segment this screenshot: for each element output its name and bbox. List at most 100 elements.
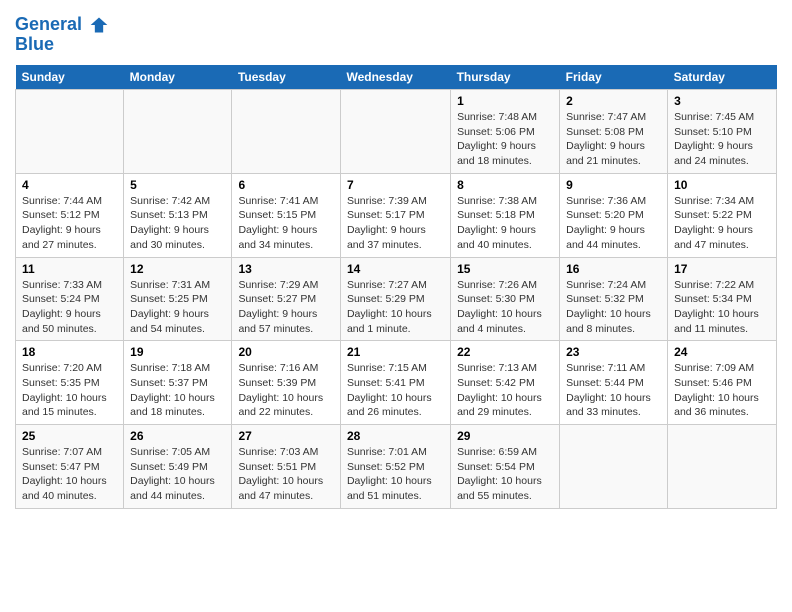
day-number: 20 xyxy=(238,345,334,359)
page-header: General Blue xyxy=(15,15,777,55)
day-info: Sunrise: 7:42 AM Sunset: 5:13 PM Dayligh… xyxy=(130,194,225,253)
calendar-week: 11 Sunrise: 7:33 AM Sunset: 5:24 PM Dayli… xyxy=(16,257,777,341)
day-number: 3 xyxy=(674,94,770,108)
calendar-cell: 25 Sunrise: 7:07 AM Sunset: 5:47 PM Dayli… xyxy=(16,425,124,509)
calendar-cell: 9Sunrise: 7:36 AM Sunset: 5:20 PM Daylig… xyxy=(560,173,668,257)
calendar-cell xyxy=(232,90,341,174)
day-info: Sunrise: 7:26 AM Sunset: 5:30 PM Dayligh… xyxy=(457,278,553,337)
calendar-cell: 12 Sunrise: 7:31 AM Sunset: 5:25 PM Dayli… xyxy=(124,257,232,341)
calendar-cell: 21Sunrise: 7:15 AM Sunset: 5:41 PM Dayli… xyxy=(340,341,450,425)
day-info: Sunrise: 7:01 AM Sunset: 5:52 PM Dayligh… xyxy=(347,445,444,504)
calendar-cell: 1 Sunrise: 7:48 AM Sunset: 5:06 PM Daylig… xyxy=(451,90,560,174)
calendar-cell: 11 Sunrise: 7:33 AM Sunset: 5:24 PM Dayli… xyxy=(16,257,124,341)
day-info: Sunrise: 7:31 AM Sunset: 5:25 PM Dayligh… xyxy=(130,278,225,337)
day-number: 18 xyxy=(22,345,117,359)
logo-blue: Blue xyxy=(15,35,109,55)
day-number: 7 xyxy=(347,178,444,192)
header-day: Tuesday xyxy=(232,65,341,90)
day-number: 11 xyxy=(22,262,117,276)
calendar-cell: 10 Sunrise: 7:34 AM Sunset: 5:22 PM Dayli… xyxy=(668,173,777,257)
day-number: 26 xyxy=(130,429,225,443)
day-info: Sunrise: 7:05 AM Sunset: 5:49 PM Dayligh… xyxy=(130,445,225,504)
calendar-cell: 26 Sunrise: 7:05 AM Sunset: 5:49 PM Dayli… xyxy=(124,425,232,509)
calendar-cell: 19 Sunrise: 7:18 AM Sunset: 5:37 PM Dayli… xyxy=(124,341,232,425)
day-info: Sunrise: 7:11 AM Sunset: 5:44 PM Dayligh… xyxy=(566,361,661,420)
day-number: 15 xyxy=(457,262,553,276)
day-info: Sunrise: 7:09 AM Sunset: 5:46 PM Dayligh… xyxy=(674,361,770,420)
calendar-table: SundayMondayTuesdayWednesdayThursdayFrid… xyxy=(15,65,777,509)
day-number: 22 xyxy=(457,345,553,359)
day-info: Sunrise: 7:38 AM Sunset: 5:18 PM Dayligh… xyxy=(457,194,553,253)
day-number: 1 xyxy=(457,94,553,108)
logo-text: General xyxy=(15,15,109,35)
day-number: 25 xyxy=(22,429,117,443)
calendar-week: 1 Sunrise: 7:48 AM Sunset: 5:06 PM Daylig… xyxy=(16,90,777,174)
calendar-cell: 18Sunrise: 7:20 AM Sunset: 5:35 PM Dayli… xyxy=(16,341,124,425)
day-info: Sunrise: 7:27 AM Sunset: 5:29 PM Dayligh… xyxy=(347,278,444,337)
logo-icon xyxy=(89,15,109,35)
calendar-cell xyxy=(668,425,777,509)
day-number: 24 xyxy=(674,345,770,359)
day-info: Sunrise: 7:29 AM Sunset: 5:27 PM Dayligh… xyxy=(238,278,334,337)
calendar-week: 25 Sunrise: 7:07 AM Sunset: 5:47 PM Dayli… xyxy=(16,425,777,509)
day-info: Sunrise: 7:16 AM Sunset: 5:39 PM Dayligh… xyxy=(238,361,334,420)
calendar-cell: 23 Sunrise: 7:11 AM Sunset: 5:44 PM Dayli… xyxy=(560,341,668,425)
day-info: Sunrise: 7:36 AM Sunset: 5:20 PM Dayligh… xyxy=(566,194,661,253)
day-number: 16 xyxy=(566,262,661,276)
calendar-cell: 13 Sunrise: 7:29 AM Sunset: 5:27 PM Dayli… xyxy=(232,257,341,341)
day-info: Sunrise: 7:18 AM Sunset: 5:37 PM Dayligh… xyxy=(130,361,225,420)
day-number: 6 xyxy=(238,178,334,192)
calendar-cell: 7 Sunrise: 7:39 AM Sunset: 5:17 PM Daylig… xyxy=(340,173,450,257)
day-info: Sunrise: 7:22 AM Sunset: 5:34 PM Dayligh… xyxy=(674,278,770,337)
calendar-cell: 20 Sunrise: 7:16 AM Sunset: 5:39 PM Dayli… xyxy=(232,341,341,425)
calendar-cell: 15 Sunrise: 7:26 AM Sunset: 5:30 PM Dayli… xyxy=(451,257,560,341)
calendar-week: 4Sunrise: 7:44 AM Sunset: 5:12 PM Daylig… xyxy=(16,173,777,257)
header-day: Sunday xyxy=(16,65,124,90)
calendar-cell: 17 Sunrise: 7:22 AM Sunset: 5:34 PM Dayli… xyxy=(668,257,777,341)
day-number: 14 xyxy=(347,262,444,276)
calendar-cell: 24 Sunrise: 7:09 AM Sunset: 5:46 PM Dayli… xyxy=(668,341,777,425)
day-info: Sunrise: 7:48 AM Sunset: 5:06 PM Dayligh… xyxy=(457,110,553,169)
day-number: 12 xyxy=(130,262,225,276)
header-day: Friday xyxy=(560,65,668,90)
day-info: Sunrise: 7:13 AM Sunset: 5:42 PM Dayligh… xyxy=(457,361,553,420)
day-info: Sunrise: 7:24 AM Sunset: 5:32 PM Dayligh… xyxy=(566,278,661,337)
calendar-cell: 4Sunrise: 7:44 AM Sunset: 5:12 PM Daylig… xyxy=(16,173,124,257)
calendar-cell: 29Sunrise: 6:59 AM Sunset: 5:54 PM Dayli… xyxy=(451,425,560,509)
day-number: 21 xyxy=(347,345,444,359)
day-info: Sunrise: 7:34 AM Sunset: 5:22 PM Dayligh… xyxy=(674,194,770,253)
day-info: Sunrise: 7:47 AM Sunset: 5:08 PM Dayligh… xyxy=(566,110,661,169)
calendar-cell: 22 Sunrise: 7:13 AM Sunset: 5:42 PM Dayli… xyxy=(451,341,560,425)
day-info: Sunrise: 7:07 AM Sunset: 5:47 PM Dayligh… xyxy=(22,445,117,504)
day-number: 19 xyxy=(130,345,225,359)
calendar-cell: 5 Sunrise: 7:42 AM Sunset: 5:13 PM Daylig… xyxy=(124,173,232,257)
header-day: Monday xyxy=(124,65,232,90)
day-number: 17 xyxy=(674,262,770,276)
day-number: 5 xyxy=(130,178,225,192)
day-number: 29 xyxy=(457,429,553,443)
day-number: 13 xyxy=(238,262,334,276)
day-number: 23 xyxy=(566,345,661,359)
calendar-cell xyxy=(124,90,232,174)
calendar-cell: 28 Sunrise: 7:01 AM Sunset: 5:52 PM Dayli… xyxy=(340,425,450,509)
day-number: 8 xyxy=(457,178,553,192)
calendar-cell: 8 Sunrise: 7:38 AM Sunset: 5:18 PM Daylig… xyxy=(451,173,560,257)
day-info: Sunrise: 7:39 AM Sunset: 5:17 PM Dayligh… xyxy=(347,194,444,253)
calendar-cell xyxy=(560,425,668,509)
day-info: Sunrise: 7:33 AM Sunset: 5:24 PM Dayligh… xyxy=(22,278,117,337)
day-number: 28 xyxy=(347,429,444,443)
calendar-cell xyxy=(16,90,124,174)
header-day: Saturday xyxy=(668,65,777,90)
header-day: Thursday xyxy=(451,65,560,90)
day-number: 10 xyxy=(674,178,770,192)
calendar-cell: 6 Sunrise: 7:41 AM Sunset: 5:15 PM Daylig… xyxy=(232,173,341,257)
logo: General Blue xyxy=(15,15,109,55)
day-info: Sunrise: 7:41 AM Sunset: 5:15 PM Dayligh… xyxy=(238,194,334,253)
calendar-cell: 14 Sunrise: 7:27 AM Sunset: 5:29 PM Dayli… xyxy=(340,257,450,341)
day-number: 27 xyxy=(238,429,334,443)
day-info: Sunrise: 7:44 AM Sunset: 5:12 PM Dayligh… xyxy=(22,194,117,253)
header-row: SundayMondayTuesdayWednesdayThursdayFrid… xyxy=(16,65,777,90)
day-number: 2 xyxy=(566,94,661,108)
calendar-cell: 16 Sunrise: 7:24 AM Sunset: 5:32 PM Dayli… xyxy=(560,257,668,341)
calendar-cell xyxy=(340,90,450,174)
